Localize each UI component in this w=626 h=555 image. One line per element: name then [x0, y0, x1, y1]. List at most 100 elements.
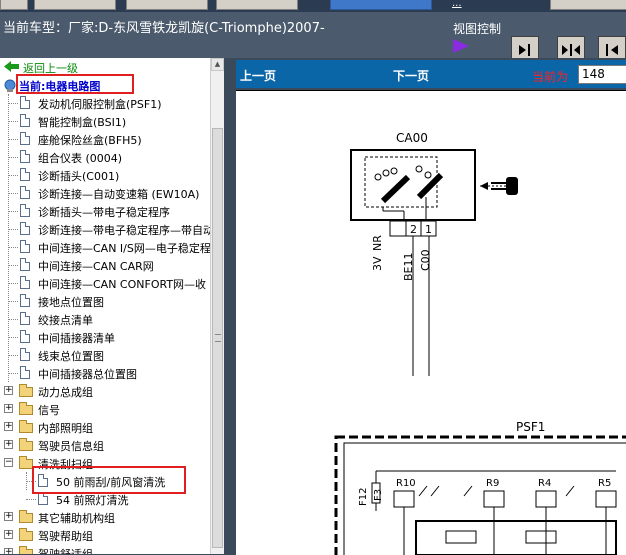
current-page-input[interactable]: 148 [578, 65, 626, 84]
fuse-label-f12: F12 [358, 488, 369, 506]
wire-label-be11: BE11 [402, 253, 415, 282]
expand-toggle-icon[interactable]: + [4, 440, 13, 449]
current-page-label: 当前为 [532, 70, 569, 84]
document-icon [20, 348, 30, 361]
tree-item-label[interactable]: 驾驶舒适组 [38, 546, 93, 554]
tree-item[interactable]: + 驾驶员信息组 [0, 436, 210, 454]
document-icon [20, 204, 30, 217]
tree-item[interactable]: 诊断连接—自动变速箱 (EW10A) [0, 184, 210, 202]
header-bar: 当前车型：厂家:D-东风雪铁龙凯旋(C-Triomphe)2007- 视图控制 [0, 12, 626, 64]
tree-item-label[interactable]: 驾驶员信息组 [38, 438, 104, 454]
tree-item-label[interactable]: 动力总成组 [38, 384, 93, 400]
selected-item-highlight-box [32, 466, 186, 494]
expand-toggle-icon[interactable]: + [4, 512, 13, 521]
tree-item[interactable]: + 驾驶舒适组 [0, 544, 210, 554]
tree-item-label[interactable]: 线束总位置图 [38, 348, 104, 364]
folder-icon [19, 438, 33, 451]
tree-item[interactable]: 接地点位置图 [0, 292, 210, 310]
pin-label-1: 1 [425, 223, 432, 236]
relay-label-r10: R10 [396, 478, 416, 489]
expand-toggle-icon[interactable]: + [4, 548, 13, 554]
tree-panel: 返回上一级 当前:电器电路图 发动机伺服控制盒(PSF1) 智能控制盒(BSI1)… [0, 58, 224, 554]
page-nav-bar: 上一页 下一页 当前为 148 [236, 60, 626, 88]
toolbar-button-5[interactable] [550, 0, 626, 10]
folder-icon [19, 402, 33, 415]
prev-page-link[interactable]: 上一页 [240, 67, 276, 84]
tree-item[interactable]: + 信号 [0, 400, 210, 418]
expand-toggle-icon[interactable]: + [4, 422, 13, 431]
tree-item-label[interactable]: 组合仪表 (0004) [38, 150, 122, 166]
ignition-switch-box [350, 149, 476, 221]
tree-scrollbar[interactable]: ▲ [210, 58, 224, 554]
tree-item[interactable]: 组合仪表 (0004) [0, 148, 210, 166]
tree-item[interactable]: + 内部照明组 [0, 418, 210, 436]
tree-item-label[interactable]: 中间插接器总位置图 [38, 366, 137, 382]
toolbar-button-4[interactable] [216, 0, 298, 10]
toolbar-button-1[interactable] [0, 0, 28, 10]
relay-label-r9: R9 [486, 478, 499, 489]
tree-item-label[interactable]: 诊断插头(C001) [38, 168, 119, 184]
scroll-up-button[interactable]: ▲ [211, 58, 224, 71]
tree-item[interactable]: 发动机伺服控制盒(PSF1) [0, 94, 210, 112]
tree-item-label[interactable]: 接地点位置图 [38, 294, 104, 310]
tree-item[interactable]: + 驾驶帮助组 [0, 526, 210, 544]
tree-item[interactable]: 绞接点清单 [0, 310, 210, 328]
folder-icon [19, 546, 33, 554]
expand-toggle-icon[interactable]: + [4, 386, 13, 395]
document-icon [20, 240, 30, 253]
tree-item[interactable]: 中间插接器清单 [0, 328, 210, 346]
tree-item-label[interactable]: 54 前照灯清洗 [56, 492, 129, 508]
tree-item-label[interactable]: 绞接点清单 [38, 312, 93, 328]
tree-item[interactable]: 中间连接—CAN CAR网 [0, 256, 210, 274]
tree-item-label[interactable]: 座舱保险丝盒(BFH5) [38, 132, 142, 148]
next-page-link[interactable]: 下一页 [393, 67, 429, 84]
expand-toggle-icon[interactable]: − [4, 458, 13, 467]
tree-item-label[interactable]: 诊断插头—带电子稳定程序 [38, 204, 170, 220]
tree-item-label[interactable]: 诊断连接—自动变速箱 (EW10A) [38, 186, 199, 202]
wiring-diagram[interactable]: CA00 2 1 3V NR BE11 C00 PSF1 F12 F3 R10 … [236, 90, 626, 555]
pin-label-2: 2 [410, 223, 417, 236]
tree-item-label[interactable]: 其它辅助机构组 [38, 510, 115, 526]
top-link[interactable]: ... [452, 0, 462, 9]
document-icon [20, 312, 30, 325]
tree-item[interactable]: 中间连接—CAN CONFORT网—收 [0, 274, 210, 292]
tree-item-label[interactable]: 驾驶帮助组 [38, 528, 93, 544]
expand-toggle-icon[interactable]: + [4, 530, 13, 539]
tree-item[interactable]: 座舱保险丝盒(BFH5) [0, 130, 210, 148]
play-icon[interactable] [453, 39, 469, 53]
document-icon [20, 132, 30, 145]
tree-item-label[interactable]: 发动机伺服控制盒(PSF1) [38, 96, 162, 112]
expand-toggle-icon[interactable]: + [4, 404, 13, 413]
tree-item[interactable]: 诊断插头—带电子稳定程序 [0, 202, 210, 220]
tree-item[interactable]: 线束总位置图 [0, 346, 210, 364]
tree-item[interactable]: 智能控制盒(BSI1) [0, 112, 210, 130]
folder-icon [19, 528, 33, 541]
tree-item[interactable]: + 其它辅助机构组 [0, 508, 210, 526]
tree-item-label[interactable]: 内部照明组 [38, 420, 93, 436]
tree-item-label[interactable]: 中间连接—CAN CAR网 [38, 258, 154, 274]
document-icon [20, 114, 30, 127]
tree-connector-line [26, 472, 27, 490]
scroll-thumb[interactable] [212, 128, 223, 548]
toolbar-button-2[interactable] [34, 0, 116, 10]
tree-item[interactable]: 中间插接器总位置图 [0, 364, 210, 382]
tree-item-label[interactable]: 中间连接—CAN CONFORT网—收 [38, 276, 206, 292]
toolbar-button-3[interactable] [126, 0, 208, 10]
tree-item-label[interactable]: 信号 [38, 402, 60, 418]
document-icon [20, 294, 30, 307]
top-toolbar-strip: ... [0, 0, 626, 12]
toolbar-button-active[interactable] [330, 0, 432, 10]
document-icon [20, 186, 30, 199]
key-icon [506, 177, 518, 195]
arrow-left-bar-icon [606, 44, 618, 56]
tree-item-label[interactable]: 中间插接器清单 [38, 330, 115, 346]
tree-item[interactable]: 诊断插头(C001) [0, 166, 210, 184]
tree-item[interactable]: + 动力总成组 [0, 382, 210, 400]
diagram-panel: 上一页 下一页 当前为 148 CA00 2 1 3V NR BE11 C00 … [224, 58, 626, 555]
tree-item-label[interactable]: 诊断连接—带电子稳定程序—带自动变 [38, 222, 210, 238]
tree-item-label[interactable]: 智能控制盒(BSI1) [38, 114, 126, 130]
document-icon [20, 96, 30, 109]
tree-item-label[interactable]: 中间连接—CAN I/S网—电子稳定程 [38, 240, 210, 256]
tree-item[interactable]: 中间连接—CAN I/S网—电子稳定程 [0, 238, 210, 256]
tree-item[interactable]: 诊断连接—带电子稳定程序—带自动变 [0, 220, 210, 238]
